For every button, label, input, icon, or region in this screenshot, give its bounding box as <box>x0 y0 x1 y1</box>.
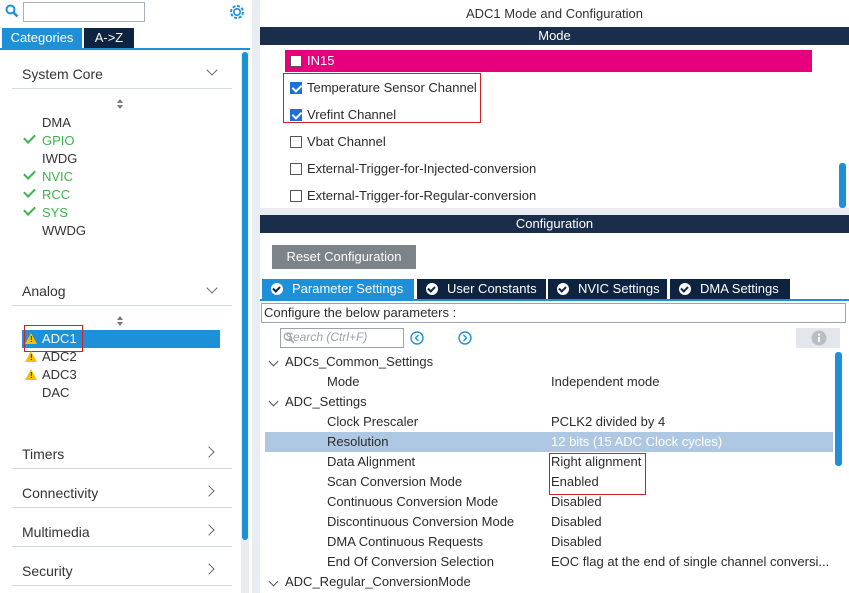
tab-nvic-settings[interactable]: NVIC Settings <box>548 279 667 299</box>
sort-icon[interactable] <box>116 98 124 110</box>
configure-label: Configure the below parameters : <box>261 303 846 323</box>
search-icon[interactable] <box>5 4 19 18</box>
check-circle-icon <box>679 283 691 295</box>
checkbox-label: IN15 <box>307 53 335 68</box>
category-connectivity[interactable]: Connectivity <box>22 485 98 501</box>
category-timers[interactable]: Timers <box>22 446 64 462</box>
chevron-down-icon[interactable] <box>268 576 279 587</box>
param-search-input[interactable]: Search (Ctrl+F) <box>280 328 404 348</box>
list-item-adc3[interactable]: ADC3 <box>42 366 77 384</box>
highlight-outline <box>549 453 646 495</box>
check-circle-icon <box>271 283 283 295</box>
check-circle-icon <box>426 283 438 295</box>
warning-icon: ! <box>25 351 37 362</box>
category-multimedia[interactable]: Multimedia <box>22 524 90 540</box>
checkbox-label: External-Trigger-for-Regular-conversion <box>307 188 537 203</box>
tab-user-constants[interactable]: User Constants <box>417 279 546 299</box>
checkbox-ext-trigger-injected[interactable] <box>290 163 302 175</box>
checkbox-label: Vbat Channel <box>307 134 386 149</box>
divider <box>12 88 232 89</box>
reset-configuration-button[interactable]: Reset Configuration <box>272 245 416 269</box>
warning-icon: ! <box>25 369 37 380</box>
splitter-horizontal[interactable] <box>260 208 849 215</box>
table-row[interactable]: Discontinuous Conversion Mode Disabled <box>265 512 833 532</box>
chevron-down-icon[interactable] <box>268 356 279 367</box>
list-item-nvic[interactable]: NVIC <box>42 168 73 186</box>
divider <box>12 305 232 306</box>
chevron-right-icon[interactable] <box>203 485 215 497</box>
mode-header: Mode <box>260 27 849 45</box>
page-title: ADC1 Mode and Configuration <box>465 6 644 21</box>
panel-splitter[interactable] <box>252 0 260 593</box>
sort-icon[interactable] <box>116 315 124 327</box>
list-item-sys[interactable]: SYS <box>42 204 68 222</box>
in15-highlight <box>285 50 812 72</box>
tab-dma-settings[interactable]: DMA Settings <box>670 279 790 299</box>
chevron-right-icon[interactable] <box>203 446 215 458</box>
checkbox-vbat[interactable] <box>290 136 302 148</box>
info-button[interactable] <box>796 328 840 348</box>
configuration-header: Configuration <box>260 215 849 233</box>
list-item-gpio[interactable]: GPIO <box>42 132 75 150</box>
check-circle-icon <box>557 283 569 295</box>
check-icon <box>23 167 36 180</box>
list-item-adc2[interactable]: ADC2 <box>42 348 77 366</box>
list-item-dac[interactable]: DAC <box>42 384 69 402</box>
tab-underline <box>0 48 250 50</box>
gear-icon[interactable] <box>228 3 246 21</box>
divider <box>12 468 232 469</box>
highlight-outline <box>283 73 481 123</box>
right-panel: ADC1 Mode and Configuration Mode IN15 Te… <box>260 0 849 593</box>
checkbox-ext-trigger-regular[interactable] <box>290 190 302 202</box>
chevron-down-icon[interactable] <box>206 282 218 294</box>
list-item-iwdg[interactable]: IWDG <box>42 150 77 168</box>
scrollbar-thumb[interactable] <box>835 352 842 466</box>
chevron-down-icon[interactable] <box>268 396 279 407</box>
category-security[interactable]: Security <box>22 563 73 579</box>
category-system-core[interactable]: System Core <box>22 66 103 82</box>
divider <box>12 507 232 508</box>
table-row[interactable]: DMA Continuous Requests Disabled <box>265 532 833 552</box>
table-row[interactable]: Mode Independent mode <box>265 372 833 392</box>
check-icon <box>23 203 36 216</box>
table-row[interactable]: End Of Conversion Selection EOC flag at t… <box>265 552 833 572</box>
tab-underline <box>260 299 849 301</box>
search-input[interactable] <box>23 2 145 22</box>
scrollbar-thumb[interactable] <box>242 52 248 540</box>
info-icon <box>811 330 827 346</box>
next-icon[interactable] <box>458 331 472 345</box>
left-panel: Categories A->Z System Core DMA GPIO IWD… <box>0 0 252 593</box>
tab-parameter-settings[interactable]: Parameter Settings <box>262 279 414 299</box>
mode-list: IN15 Temperature Sensor Channel Vrefint … <box>260 45 849 208</box>
chevron-down-icon[interactable] <box>206 64 218 76</box>
previous-icon[interactable] <box>410 331 424 345</box>
search-placeholder: Search (Ctrl+F) <box>285 330 368 344</box>
scrollbar-thumb[interactable] <box>839 163 846 208</box>
tab-categories[interactable]: Categories <box>2 28 82 48</box>
category-analog[interactable]: Analog <box>22 283 66 299</box>
chevron-right-icon[interactable] <box>203 524 215 536</box>
table-row[interactable]: Continuous Conversion Mode Disabled <box>265 492 833 512</box>
list-item-rcc[interactable]: RCC <box>42 186 70 204</box>
list-item-wwdg[interactable]: WWDG <box>42 222 86 240</box>
divider <box>12 546 232 547</box>
check-icon <box>23 131 36 144</box>
table-row-selected[interactable]: Resolution 12 bits (15 ADC Clock cycles) <box>265 432 833 452</box>
chevron-right-icon[interactable] <box>203 563 215 575</box>
tab-a-z[interactable]: A->Z <box>84 28 134 48</box>
list-item-dma[interactable]: DMA <box>42 114 71 132</box>
check-icon <box>23 185 36 198</box>
checkbox-in15[interactable] <box>290 55 302 67</box>
table-row[interactable]: Clock Prescaler PCLK2 divided by 4 <box>265 412 833 432</box>
divider <box>12 585 232 586</box>
checkbox-label: External-Trigger-for-Injected-conversion <box>307 161 537 176</box>
